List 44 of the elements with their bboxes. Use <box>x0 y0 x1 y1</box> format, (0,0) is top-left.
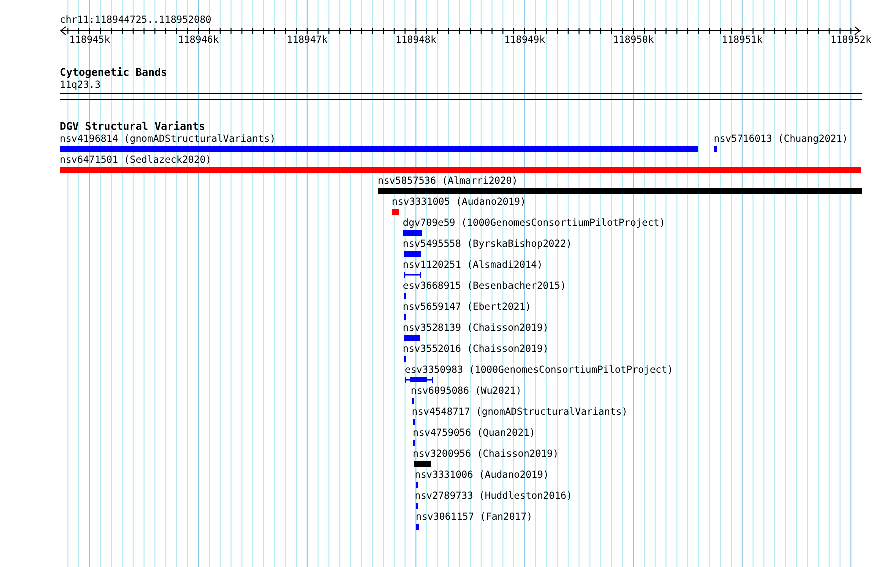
tick-label: 118951k <box>720 35 764 47</box>
variant-bar[interactable] <box>404 251 421 257</box>
feature-label[interactable]: nsv3528139 (Chaisson2019) <box>403 323 549 335</box>
feature-label[interactable]: nsv4548717 (gnomADStructuralVariants) <box>412 407 628 419</box>
track-title: DGV Structural Variants <box>60 121 206 133</box>
tick-label: 118952k <box>830 35 873 47</box>
variant-bar[interactable] <box>392 209 399 215</box>
tick-label: 118945k <box>68 35 112 47</box>
feature-label[interactable]: esv3350983 (1000GenomesConsortiumPilotProject) <box>405 365 674 377</box>
band-label: 11q23.3 <box>60 80 101 92</box>
feature-label[interactable]: nsv3331005 (Audano2019) <box>392 197 526 209</box>
variant-bar[interactable] <box>404 335 420 341</box>
tick-label: 118950k <box>612 35 656 47</box>
feature-label[interactable]: nsv6471501 (Sedlazeck2020) <box>60 155 212 167</box>
feature-label[interactable]: nsv2789733 (Huddleston2016) <box>415 491 572 503</box>
feature-label[interactable]: nsv5857536 (Almarri2020) <box>378 176 518 188</box>
variant-bar[interactable] <box>60 167 861 173</box>
tick-label: 118949k <box>503 35 546 47</box>
track-title: Cytogenetic Bands <box>60 67 168 79</box>
feature-label[interactable]: nsv5495558 (ByrskaBishop2022) <box>403 239 572 251</box>
variant-bar[interactable] <box>416 524 419 530</box>
variant-bar[interactable] <box>378 188 862 194</box>
feature-label[interactable]: dgv709e59 (1000GenomesConsortiumPilotProject) <box>403 218 666 230</box>
variant-interval[interactable] <box>404 272 421 278</box>
feature-label[interactable]: nsv3331006 (Audano2019) <box>415 470 550 482</box>
feature-label[interactable]: nsv3200956 (Chaisson2019) <box>413 449 559 461</box>
feature-label[interactable]: nsv4196814 (gnomADStructuralVariants) <box>60 134 276 146</box>
feature-label[interactable]: nsv4759056 (Quan2021) <box>413 428 536 440</box>
feature-label[interactable]: nsv3552016 (Chaisson2019) <box>403 344 549 356</box>
variant-bar[interactable] <box>414 461 431 467</box>
tick-label: 118948k <box>394 35 438 47</box>
feature-label[interactable]: nsv6095086 (Wu2021) <box>411 386 522 398</box>
variant-bar[interactable] <box>714 146 717 152</box>
variant-bar[interactable] <box>60 146 698 152</box>
feature-label[interactable]: nsv3061157 (Fan2017) <box>416 512 533 524</box>
feature-label[interactable]: esv3668915 (Besenbacher2015) <box>403 281 566 293</box>
variant-bar[interactable] <box>403 230 422 236</box>
feature-label[interactable]: nsv1120251 (Alsmadi2014) <box>403 260 543 272</box>
variant-interval[interactable] <box>405 377 433 383</box>
feature-label[interactable]: nsv5659147 (Ebert2021) <box>403 302 532 314</box>
feature-label[interactable]: nsv5716013 (Chuang2021) <box>714 134 848 146</box>
location-label: chr11:118944725..118952080 <box>60 15 212 27</box>
tick-label: 118946k <box>177 35 220 47</box>
tick-label: 118947k <box>286 35 329 47</box>
